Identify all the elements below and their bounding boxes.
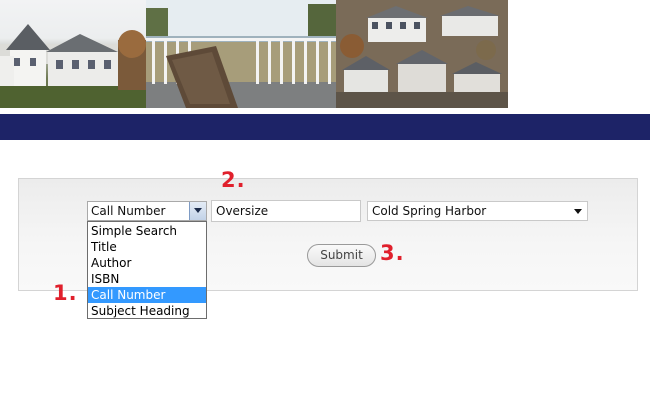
banner-photo-village [336, 0, 508, 108]
library-select[interactable]: Cold Spring Harbor [367, 201, 588, 221]
chevron-down-icon [574, 209, 582, 214]
search-field-select-value: Call Number [91, 204, 166, 218]
banner-photo-porch-chair [146, 0, 336, 108]
dropdown-arrow-button[interactable] [189, 202, 206, 220]
library-select-value: Cold Spring Harbor [372, 204, 487, 218]
search-term-input[interactable]: Oversize [211, 200, 361, 222]
header-banner [0, 0, 508, 108]
navigation-bar [0, 114, 650, 140]
option-title[interactable]: Title [88, 239, 206, 255]
step-marker-1: 1. [53, 281, 78, 305]
option-author[interactable]: Author [88, 255, 206, 271]
option-isbn[interactable]: ISBN [88, 271, 206, 287]
option-subject-heading[interactable]: Subject Heading [88, 303, 206, 319]
search-field-options-list: Simple Search Title Author ISBN Call Num… [87, 221, 207, 319]
option-simple-search[interactable]: Simple Search [88, 223, 206, 239]
village-illustration [336, 0, 508, 108]
submit-button[interactable]: Submit [307, 244, 376, 267]
porch-view-illustration [146, 0, 336, 108]
search-term-value: Oversize [216, 204, 269, 218]
option-call-number[interactable]: Call Number [88, 287, 206, 303]
step-marker-3: 3. [380, 241, 405, 265]
search-field-select[interactable]: Call Number [87, 201, 207, 221]
banner-photo-victorian-house [0, 0, 146, 108]
step-marker-2: 2. [221, 168, 246, 192]
victorian-house-illustration [0, 24, 146, 108]
chevron-down-icon [194, 208, 202, 213]
